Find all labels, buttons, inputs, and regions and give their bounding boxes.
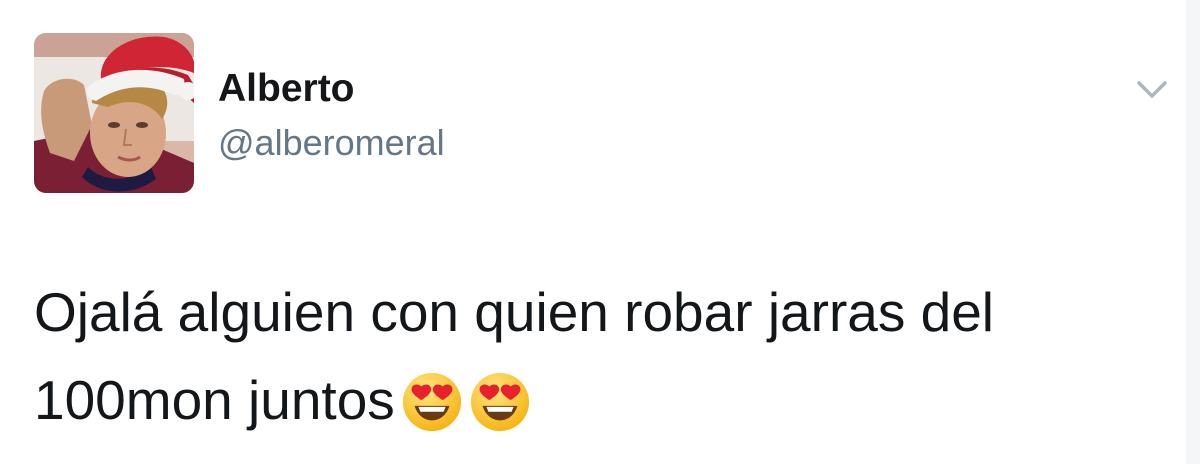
- display-name[interactable]: Alberto: [218, 66, 445, 112]
- user-info: Alberto @alberomeral: [218, 66, 445, 164]
- avatar-image: [34, 33, 194, 193]
- heart-eyes-emoji-icon: [401, 371, 463, 433]
- tweet-text-line-2-text: 100mon juntos: [34, 369, 395, 431]
- heart-eyes-emoji-icon: [469, 371, 531, 433]
- user-handle[interactable]: @alberomeral: [218, 122, 445, 164]
- tweet-text-line-1: Ojalá alguien con quien robar jarras del: [34, 281, 995, 343]
- scroll-edge: [1186, 0, 1200, 464]
- tweet-text-line-2: 100mon juntos: [34, 356, 1174, 444]
- tweet-card: Alberto @alberomeral Ojalá alguien con q…: [0, 0, 1200, 464]
- tweet-menu-button[interactable]: [1134, 76, 1170, 104]
- chevron-down-icon: [1137, 81, 1167, 98]
- tweet-text: Ojalá alguien con quien robar jarras del…: [34, 268, 1174, 444]
- avatar[interactable]: [34, 33, 194, 193]
